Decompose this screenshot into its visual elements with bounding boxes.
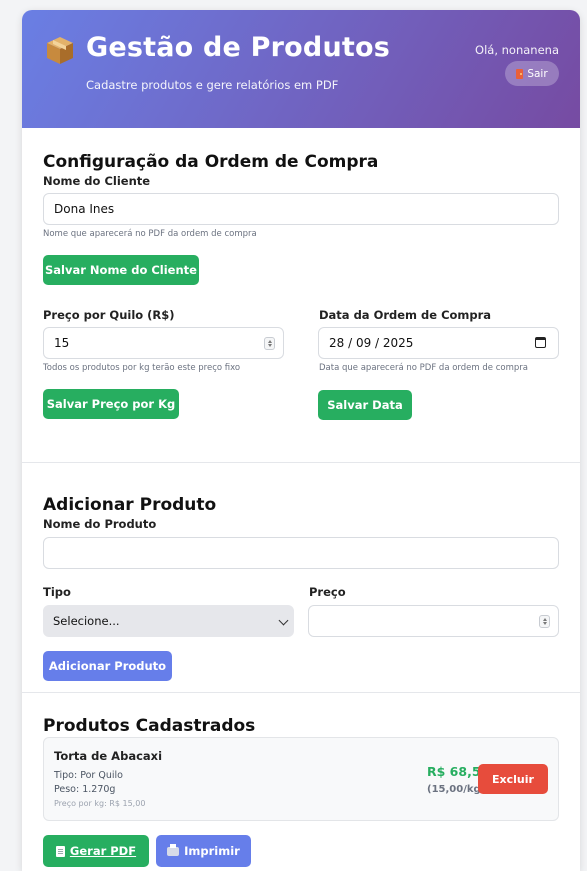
product-price-per-kg: Preço por kg: R$ 15,00	[54, 799, 146, 808]
spinner-icon[interactable]	[539, 615, 550, 628]
product-name-field[interactable]	[43, 537, 559, 569]
price-label: Preço	[309, 585, 346, 599]
logout-label: Sair	[527, 67, 548, 80]
package-icon	[47, 37, 73, 64]
page-subtitle: Cadastre produtos e gere relatórios em P…	[86, 78, 339, 92]
price-kg-label: Preço por Quilo (R$)	[43, 308, 175, 322]
printer-icon	[167, 843, 180, 856]
user-greeting: Olá, nonanena	[475, 43, 559, 57]
spinner-icon[interactable]	[264, 337, 275, 350]
generate-pdf-label: Gerar PDF	[69, 844, 137, 858]
client-label: Nome do Cliente	[43, 174, 151, 188]
door-icon	[516, 68, 524, 79]
logout-button[interactable]: Sair	[505, 61, 559, 86]
print-label: Imprimir	[184, 844, 240, 858]
products-title: Produtos Cadastrados	[43, 716, 256, 736]
client-hint: Nome que aparecerá no PDF da ordem de co…	[43, 229, 257, 239]
price-kg-value: 15	[54, 336, 70, 350]
date-value: 28 / 09 / 2025	[329, 336, 414, 350]
type-label: Tipo	[43, 585, 71, 599]
app-header: Gestão de Produtos Cadastre produtos e g…	[22, 10, 580, 128]
product-card: Torta de Abacaxi Tipo: Por Quilo Peso: 1…	[43, 737, 559, 821]
save-price-button[interactable]: Salvar Preço por Kg	[43, 389, 179, 419]
price-kg-field[interactable]: 15	[43, 327, 284, 359]
products-section: Produtos Cadastrados Torta de Abacaxi Ti…	[22, 692, 580, 871]
product-type: Tipo: Por Quilo	[54, 770, 123, 781]
date-label: Data da Ordem de Compra	[319, 308, 492, 322]
page-title: Gestão de Produtos	[86, 32, 390, 63]
date-hint: Data que aparecerá no PDF da ordem de co…	[319, 363, 528, 373]
config-title: Configuração da Ordem de Compra	[43, 152, 379, 172]
delete-product-button[interactable]: Excluir	[478, 764, 548, 794]
document-icon	[55, 845, 65, 857]
type-select[interactable]: Selecione...	[43, 605, 294, 637]
save-client-button[interactable]: Salvar Nome do Cliente	[43, 255, 199, 285]
chevron-down-icon	[278, 615, 289, 626]
product-name-label: Nome do Produto	[43, 517, 157, 531]
config-section: Configuração da Ordem de Compra Nome do …	[22, 128, 580, 462]
generate-pdf-button[interactable]: Gerar PDF	[43, 835, 149, 867]
client-name-field[interactable]: Dona Ines	[43, 193, 559, 225]
price-field[interactable]	[308, 605, 559, 637]
calendar-icon[interactable]	[535, 337, 546, 348]
product-unit-price: (15,00/kg)	[427, 784, 486, 795]
add-product-button[interactable]: Adicionar Produto	[43, 651, 172, 681]
print-button[interactable]: Imprimir	[156, 835, 251, 867]
save-date-button[interactable]: Salvar Data	[318, 390, 412, 420]
main-card: Gestão de Produtos Cadastre produtos e g…	[22, 10, 580, 871]
product-weight: Peso: 1.270g	[54, 784, 116, 795]
product-name: Torta de Abacaxi	[54, 749, 163, 763]
add-product-title: Adicionar Produto	[43, 495, 217, 515]
price-kg-hint: Todos os produtos por kg terão este preç…	[43, 363, 241, 373]
add-product-section: Adicionar Produto Nome do Produto Tipo S…	[22, 462, 580, 692]
type-selected-value: Selecione...	[53, 614, 120, 628]
date-field[interactable]: 28 / 09 / 2025	[318, 327, 559, 359]
